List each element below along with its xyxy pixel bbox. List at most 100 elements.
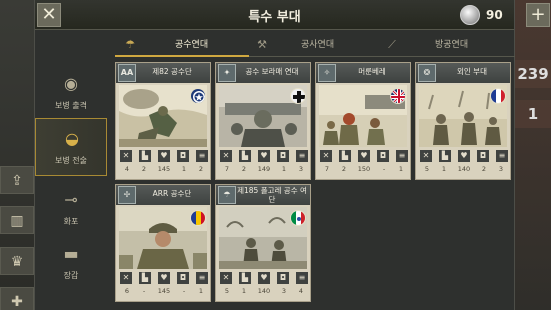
stat-values: 5 1 140 3 4 (220, 287, 308, 297)
stat-value: 1 (241, 287, 247, 295)
unit-card[interactable]: ✧ 머룬베레 ✕ ▙ ♥ ◘ ≡ 7 2 150 - 1 (315, 62, 411, 180)
armor-icon: ◘ (277, 272, 289, 284)
boot-icon: ▙ (139, 272, 151, 284)
card-header: ✢ ARR 공수단 (116, 185, 210, 205)
grenade-badge-icon: ❂ (418, 64, 436, 82)
parachute-badge-icon: ☂ (218, 186, 236, 204)
sidebar-item-infantry-deploy[interactable]: ◉ 보병 출격 (35, 64, 107, 122)
stat-value: 6 (124, 287, 130, 295)
stat-value: - (382, 165, 386, 173)
right-map-strip: 239 1 (515, 0, 551, 310)
stat-values: 4 2 145 1 2 (120, 165, 208, 175)
france-flag-icon (490, 88, 506, 104)
ammo-icon: ≡ (296, 150, 308, 162)
eagle-wings-badge-icon: ✢ (118, 186, 136, 204)
stat-value: - (142, 287, 146, 295)
tab-label: 공사연대 (301, 40, 335, 50)
cross-icon: ✚ (0, 287, 34, 310)
card-header: ✦ 공수 보라매 연대 (216, 63, 310, 83)
armor-icon: ◘ (177, 272, 189, 284)
unit-card[interactable]: ✦ 공수 보라매 연대 ✕ ▙ ♥ ◘ ≡ 7 2 149 1 3 (215, 62, 311, 180)
stat-icons: ✕ ▙ ♥ ◘ ≡ (120, 272, 208, 284)
stat-value: 1 (398, 165, 404, 173)
sidebar-item-armor[interactable]: ▬ 장갑 (35, 234, 107, 292)
right-number: 239 (515, 60, 551, 88)
tab-engineers[interactable]: ⚒ 공사연대 (255, 34, 375, 56)
tab-bar: ☂ 공수연대 ⚒ 공사연대 ⟋ 방공연대 (115, 34, 515, 56)
sidebar-item-label: 화포 (63, 217, 79, 226)
infantry-icon: ◉ (64, 74, 78, 93)
tab-label: 공수연대 (175, 40, 209, 50)
active-tab-underline (115, 55, 249, 57)
health-icon: ♥ (258, 272, 270, 284)
wings-badge-icon: ✧ (318, 64, 336, 82)
armor-icon: ◘ (277, 150, 289, 162)
shovel-icon: ⚒ (257, 38, 267, 51)
tab-anti-air[interactable]: ⟋ 방공연대 (385, 34, 515, 56)
card-header: ✧ 머룬베레 (316, 63, 410, 83)
share-icon[interactable]: ⇪ (0, 166, 34, 194)
unit-card[interactable]: AA 제82 공수단 ✕ ▙ ♥ ◘ ≡ 4 2 145 1 2 (115, 62, 211, 180)
stat-value: 145 (157, 165, 171, 173)
helmet-icon: ◒ (65, 129, 79, 148)
tab-paratroopers[interactable]: ☂ 공수연대 (123, 34, 243, 56)
card-name: ARR 공수단 (152, 189, 192, 198)
unit-card[interactable]: ✢ ARR 공수단 ✕ ▙ ♥ ◘ ≡ 6 - 145 - 1 (115, 184, 211, 302)
stat-values: 7 2 150 - 1 (320, 165, 408, 175)
stat-value: 140 (457, 165, 471, 173)
trophy-icon[interactable]: ♛ (0, 247, 34, 275)
page-title: 특수 부대 (248, 10, 301, 25)
stat-values: 7 2 149 1 3 (220, 165, 308, 175)
stat-value: 3 (298, 165, 304, 173)
unit-card[interactable]: ☂ 제185 폴고레 공수 여단 ✕ ▙ ♥ ◘ ≡ 5 1 140 3 4 (215, 184, 311, 302)
stat-value: 4 (124, 165, 130, 173)
boot-icon: ▙ (239, 150, 251, 162)
stat-value: 140 (257, 287, 271, 295)
italy-flag-icon (290, 210, 306, 226)
ammo-icon: ≡ (196, 150, 208, 162)
stat-icons: ✕ ▙ ♥ ◘ ≡ (120, 150, 208, 162)
stat-value: 2 (241, 165, 247, 173)
add-medal-button[interactable]: + (526, 3, 550, 27)
health-icon: ♥ (458, 150, 470, 162)
attack-icon: ✕ (420, 150, 432, 162)
stat-icons: ✕ ▙ ♥ ◘ ≡ (420, 150, 508, 162)
stat-value: 3 (281, 287, 287, 295)
sidebar-item-infantry-tactics[interactable]: ◒ 보병 전술 (35, 118, 107, 176)
medal-icon (460, 5, 480, 25)
plus-icon: + (530, 4, 546, 25)
stat-value: 145 (157, 287, 171, 295)
attack-icon: ✕ (120, 272, 132, 284)
sidebar-item-artillery[interactable]: ⊸ 화포 (35, 180, 107, 238)
stat-values: 6 - 145 - 1 (120, 287, 208, 297)
special-forces-panel: ✕ 특수 부대 90 + ☂ 공수연대 ⚒ 공사연대 ⟋ 방공연대 ◉ 보병 출… (34, 0, 550, 310)
stat-value: 1 (198, 287, 204, 295)
card-name: 외인 부대 (457, 67, 487, 76)
unit-card[interactable]: ❂ 외인 부대 ✕ ▙ ♥ ◘ ≡ 5 1 140 2 3 (415, 62, 511, 180)
health-icon: ♥ (158, 272, 170, 284)
stat-value: 2 (341, 165, 347, 173)
medal-count: 90 (486, 8, 503, 22)
ammo-icon: ≡ (296, 272, 308, 284)
usa-flag-icon (190, 88, 206, 104)
health-icon: ♥ (158, 150, 170, 162)
card-header: AA 제82 공수단 (116, 63, 210, 83)
unit-badge: AA (118, 64, 136, 82)
boot-icon: ▙ (439, 150, 451, 162)
boot-icon: ▙ (239, 272, 251, 284)
stat-icons: ✕ ▙ ♥ ◘ ≡ (220, 272, 308, 284)
card-header: ❂ 외인 부대 (416, 63, 510, 83)
left-map-strip: ⇪ ▥ ♛ ✚ (0, 0, 34, 310)
stat-value: 150 (357, 165, 371, 173)
tab-label: 방공연대 (435, 40, 469, 50)
tab-divider (249, 56, 515, 57)
stat-value: 7 (224, 165, 230, 173)
stat-value: 2 (198, 165, 204, 173)
card-name: 제82 공수단 (152, 67, 192, 76)
health-icon: ♥ (258, 150, 270, 162)
stat-values: 5 1 140 2 3 (420, 165, 508, 175)
stats-icon[interactable]: ▥ (0, 206, 34, 234)
boot-icon: ▙ (339, 150, 351, 162)
ammo-icon: ≡ (196, 272, 208, 284)
card-name: 제185 폴고레 공수 여단 (237, 186, 307, 204)
